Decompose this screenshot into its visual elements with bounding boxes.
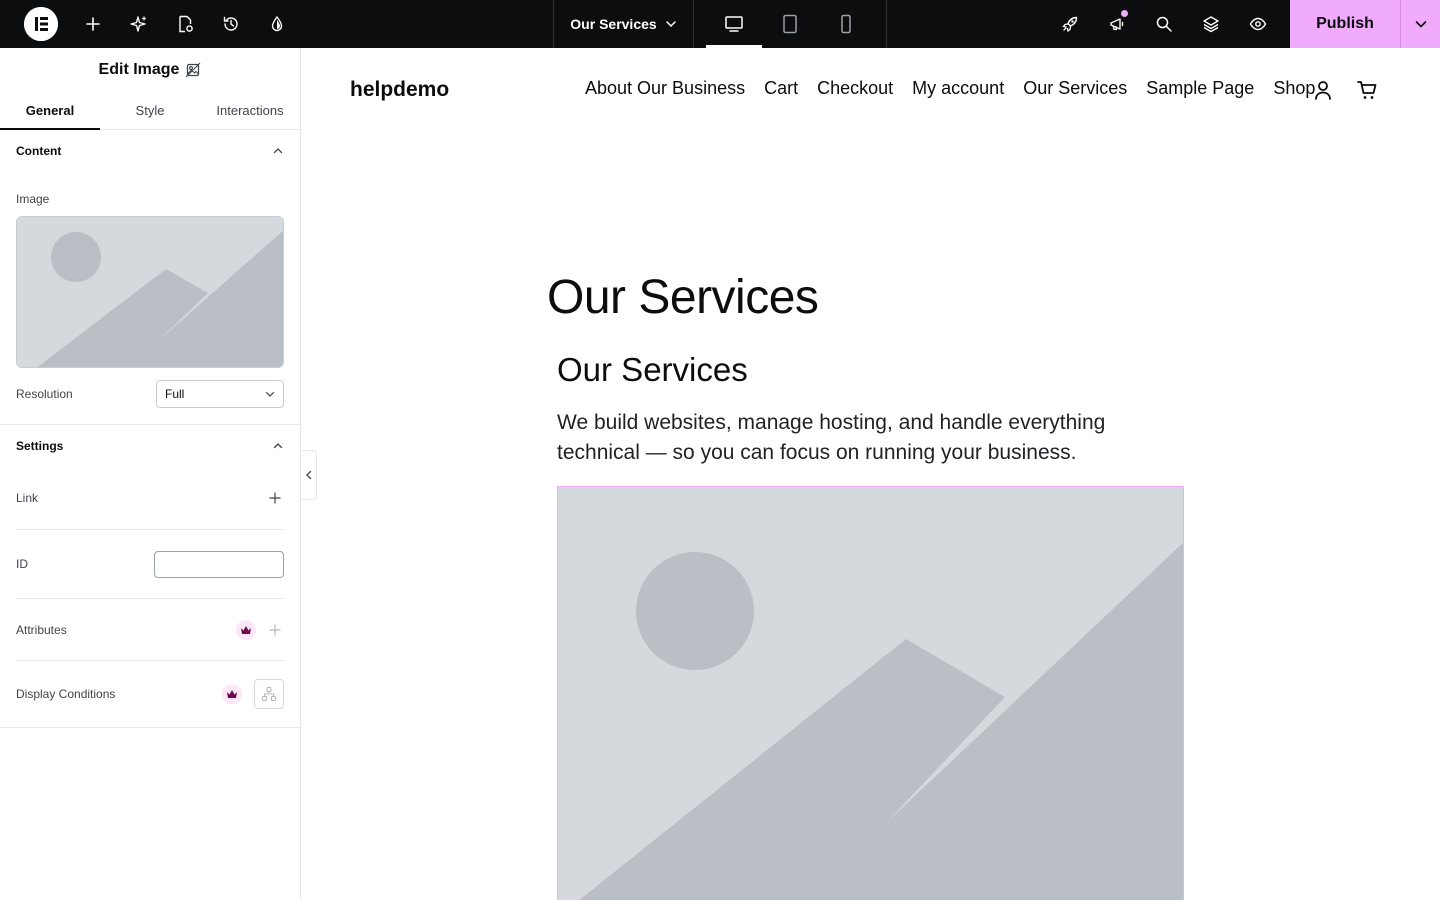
droplet-icon bbox=[271, 15, 283, 32]
add-attribute-icon[interactable] bbox=[268, 623, 282, 637]
publish-options-button[interactable] bbox=[1400, 0, 1440, 48]
history-icon bbox=[223, 16, 238, 31]
panel-header: Edit Image bbox=[0, 48, 300, 92]
image-label: Image bbox=[16, 192, 50, 206]
rocket-icon bbox=[1061, 16, 1077, 33]
link-label: Link bbox=[16, 491, 39, 505]
nav-item-checkout[interactable]: Checkout bbox=[817, 78, 893, 99]
desktop-view-button[interactable] bbox=[706, 0, 762, 48]
resolution-row: Resolution Full bbox=[0, 380, 300, 408]
chevron-down-icon bbox=[1415, 21, 1426, 28]
settings-section-toggle[interactable]: Settings bbox=[0, 425, 300, 467]
search-icon bbox=[1156, 16, 1172, 32]
nav-item-my-account[interactable]: My account bbox=[912, 78, 1004, 99]
attributes-controls bbox=[236, 619, 284, 640]
launch-button[interactable] bbox=[1046, 0, 1093, 48]
site-title[interactable]: helpdemo bbox=[350, 78, 449, 102]
tab-interactions[interactable]: Interactions bbox=[200, 92, 300, 129]
section-divider bbox=[0, 727, 300, 728]
page-settings-icon bbox=[179, 15, 193, 33]
site-style-button[interactable] bbox=[254, 0, 300, 48]
id-field[interactable] bbox=[154, 550, 284, 578]
link-row: Link bbox=[0, 467, 300, 529]
tablet-icon bbox=[783, 14, 797, 34]
section-heading: Our Services bbox=[557, 351, 748, 388]
nav-item-cart[interactable]: Cart bbox=[764, 78, 798, 99]
site-nav: About Our Business Cart Checkout My acco… bbox=[585, 78, 1315, 99]
display-conditions-button[interactable] bbox=[254, 679, 284, 709]
preview-button[interactable] bbox=[1234, 0, 1281, 48]
nav-item-our-services[interactable]: Our Services bbox=[1023, 78, 1127, 99]
image-picker[interactable] bbox=[16, 216, 284, 368]
display-conditions-controls bbox=[222, 679, 284, 709]
id-label: ID bbox=[16, 557, 28, 571]
image-placeholder-icon bbox=[17, 217, 283, 367]
cart-icon[interactable] bbox=[1356, 79, 1378, 101]
image-placeholder-icon bbox=[558, 487, 1183, 900]
notification-dot bbox=[1121, 10, 1128, 17]
add-element-button[interactable] bbox=[70, 0, 116, 48]
panel-tabs: General Style Interactions bbox=[0, 92, 300, 130]
page-selector[interactable]: Our Services bbox=[553, 0, 694, 48]
elementor-logo-button[interactable] bbox=[24, 7, 58, 41]
settings-section-title: Settings bbox=[16, 439, 64, 453]
user-account-icon[interactable] bbox=[1312, 79, 1334, 101]
sitemap-icon bbox=[261, 686, 277, 702]
atomic-element-icon bbox=[186, 62, 201, 78]
eye-icon bbox=[1249, 17, 1266, 31]
collapse-panel-button[interactable] bbox=[301, 450, 317, 500]
resolution-label: Resolution bbox=[16, 387, 73, 401]
chevron-down-icon bbox=[665, 21, 676, 28]
resolution-value: Full bbox=[165, 387, 185, 401]
notifications-button[interactable] bbox=[1093, 0, 1140, 48]
ai-tools-button[interactable] bbox=[116, 0, 162, 48]
chevron-down-icon bbox=[265, 391, 275, 397]
plus-icon bbox=[86, 17, 100, 31]
pro-crown-icon[interactable] bbox=[236, 619, 256, 640]
page-settings-button[interactable] bbox=[162, 0, 208, 48]
publish-button[interactable]: Publish bbox=[1290, 0, 1400, 48]
layers-icon bbox=[1202, 16, 1219, 33]
toolbar-right-group bbox=[1046, 0, 1281, 48]
page-selector-label: Our Services bbox=[570, 16, 657, 32]
top-toolbar: Our Services Publish bbox=[0, 0, 1440, 48]
attributes-row: Attributes bbox=[0, 599, 300, 660]
tablet-view-button[interactable] bbox=[762, 0, 818, 48]
history-button[interactable] bbox=[208, 0, 254, 48]
page-title: Our Services bbox=[547, 271, 819, 324]
add-link-icon[interactable] bbox=[268, 491, 282, 505]
chevron-up-icon bbox=[273, 443, 283, 449]
nav-item-sample-page[interactable]: Sample Page bbox=[1146, 78, 1254, 99]
structure-button[interactable] bbox=[1187, 0, 1234, 48]
mobile-view-button[interactable] bbox=[818, 0, 874, 48]
mobile-icon bbox=[841, 14, 851, 34]
elementor-logo-icon bbox=[24, 7, 58, 41]
toolbar-left-group bbox=[0, 0, 300, 48]
header-icons bbox=[1312, 79, 1378, 101]
selected-image-widget[interactable] bbox=[557, 486, 1184, 900]
pro-crown-icon[interactable] bbox=[222, 684, 242, 704]
search-button[interactable] bbox=[1140, 0, 1187, 48]
editor-panel: Edit Image General Style Interactions Co… bbox=[0, 48, 301, 900]
desktop-icon bbox=[725, 16, 743, 32]
id-row: ID bbox=[0, 530, 300, 598]
page-canvas: helpdemo About Our Business Cart Checkou… bbox=[302, 48, 1440, 900]
device-switcher bbox=[694, 0, 887, 48]
display-conditions-label: Display Conditions bbox=[16, 687, 116, 701]
nav-item-shop[interactable]: Shop bbox=[1273, 78, 1315, 99]
tab-general[interactable]: General bbox=[0, 92, 100, 130]
display-conditions-row: Display Conditions bbox=[0, 661, 300, 727]
chevron-up-icon bbox=[273, 148, 283, 154]
content-section-title: Content bbox=[16, 144, 62, 158]
tab-style[interactable]: Style bbox=[100, 92, 200, 129]
resolution-select[interactable]: Full bbox=[156, 380, 284, 408]
intro-paragraph: We build websites, manage hosting, and h… bbox=[557, 411, 1106, 464]
content-section-toggle[interactable]: Content bbox=[0, 130, 300, 172]
chevron-left-icon bbox=[305, 470, 311, 480]
nav-item-about[interactable]: About Our Business bbox=[585, 78, 745, 99]
megaphone-icon bbox=[1109, 18, 1123, 31]
sparkle-icon bbox=[130, 16, 147, 32]
attributes-label: Attributes bbox=[16, 622, 67, 637]
panel-title: Edit Image bbox=[98, 61, 180, 78]
